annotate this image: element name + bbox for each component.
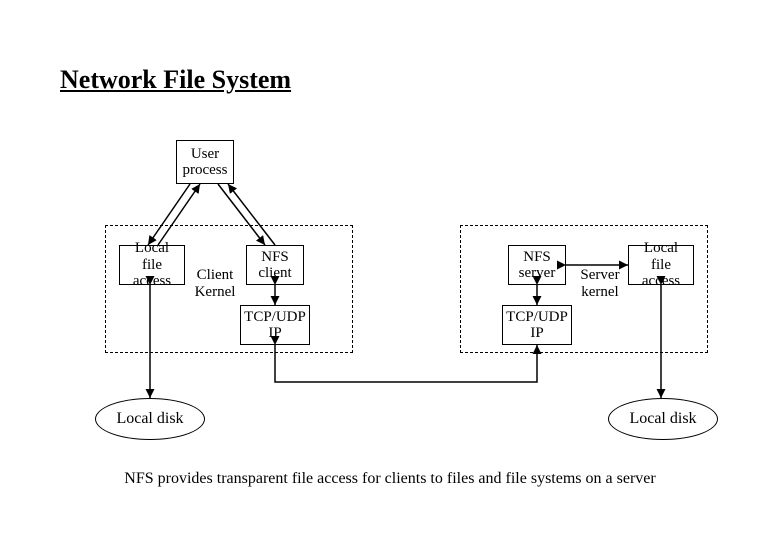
local-disk-left: Local disk	[95, 398, 205, 440]
server-kernel-label: Server kernel	[575, 267, 625, 300]
nfs-server-box: NFS server	[508, 245, 566, 285]
caption-text: NFS provides transparent file access for…	[80, 470, 700, 488]
local-disk-right: Local disk	[608, 398, 718, 440]
client-kernel-line2: Kernel	[195, 284, 236, 300]
user-process-box: User process	[176, 140, 234, 184]
tcpudp-right-line1: TCP/UDP	[506, 309, 568, 326]
local-file-access-right-box: Local file access	[628, 245, 694, 285]
local-file-access-left-line1: Local file	[124, 240, 180, 273]
nfs-server-line1: NFS	[523, 249, 551, 266]
nfs-client-box: NFS client	[246, 245, 304, 285]
local-file-access-left-box: Local file access	[119, 245, 185, 285]
local-disk-left-label: Local disk	[116, 410, 183, 428]
server-kernel-line2: kernel	[581, 284, 618, 300]
tcpudp-left-line2: IP	[268, 325, 281, 342]
client-kernel-label: Client Kernel	[190, 267, 240, 300]
page-title: Network File System	[60, 65, 291, 95]
local-file-access-left-line2: access	[133, 273, 171, 290]
nfs-client-line2: client	[258, 265, 291, 282]
tcpudp-left-line1: TCP/UDP	[244, 309, 306, 326]
user-process-line1: User	[191, 146, 219, 163]
nfs-server-line2: server	[519, 265, 556, 282]
user-process-line2: process	[183, 162, 228, 179]
tcpudp-right-box: TCP/UDP IP	[502, 305, 572, 345]
nfs-client-line1: NFS	[261, 249, 289, 266]
local-file-access-right-line2: access	[642, 273, 680, 290]
tcpudp-right-line2: IP	[530, 325, 543, 342]
client-kernel-line1: Client	[197, 267, 234, 283]
server-kernel-line1: Server	[580, 267, 619, 283]
local-disk-right-label: Local disk	[629, 410, 696, 428]
tcpudp-left-box: TCP/UDP IP	[240, 305, 310, 345]
local-file-access-right-line1: Local file	[633, 240, 689, 273]
